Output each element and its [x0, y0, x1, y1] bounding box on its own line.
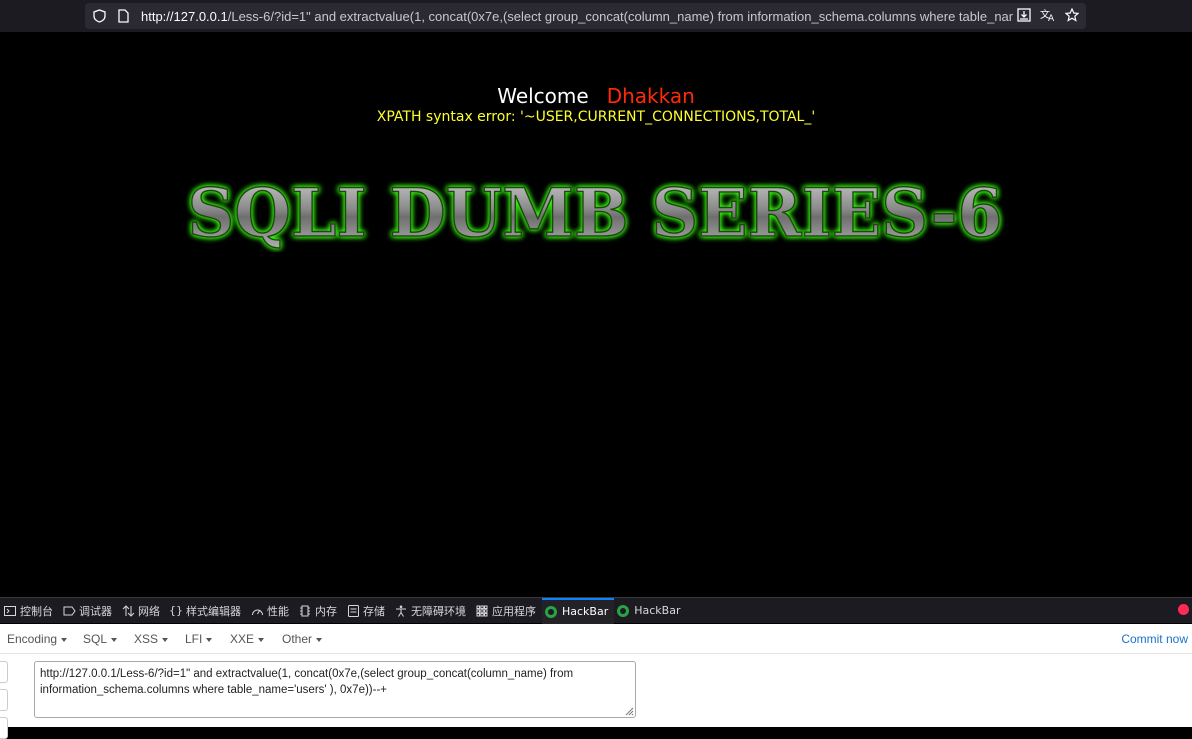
tab-storage[interactable]: 存储 [343, 598, 391, 624]
hackbar-icon [545, 605, 557, 618]
tab-memory[interactable]: 内存 [295, 598, 343, 624]
caret-down-icon [111, 637, 118, 642]
address-bar[interactable]: http://127.0.0.1/Less-6/?id=1" and extra… [85, 3, 1086, 29]
url-host: http://127.0.0.1 [141, 8, 228, 24]
translate-icon[interactable]: 文A [1040, 7, 1056, 23]
split-url-button[interactable] [0, 689, 8, 711]
url-path: /Less-6/?id=1" and extractvalue(1, conca… [227, 8, 1013, 24]
menu-encoding[interactable]: Encoding [7, 632, 68, 646]
bookmark-star-icon[interactable] [1064, 7, 1080, 23]
menu-label: XXE [230, 632, 255, 646]
user-name: Dhakkan [606, 84, 695, 108]
menu-label: LFI [185, 632, 203, 646]
tab-label: 网络 [138, 604, 160, 618]
menu-xss[interactable]: XSS [134, 632, 169, 646]
caret-down-icon [206, 637, 213, 642]
application-icon [475, 604, 489, 618]
page-content: Welcome Dhakkan XPATH syntax error: '~USE… [0, 32, 1192, 597]
tab-label: 应用程序 [492, 604, 536, 618]
tab-label: 存储 [363, 604, 385, 618]
welcome-text: Welcome [497, 84, 589, 108]
debugger-icon [62, 604, 76, 618]
tab-console[interactable]: 控制台 [0, 598, 59, 624]
accessibility-icon [394, 604, 408, 618]
memory-icon [298, 604, 312, 618]
menu-label: Other [282, 632, 313, 646]
tab-label: 样式编辑器 [186, 604, 241, 618]
resize-handle-icon[interactable] [624, 706, 634, 716]
menu-label: Encoding [7, 632, 58, 646]
tab-hackbar-active[interactable]: HackBar [542, 597, 615, 624]
execute-button[interactable] [0, 717, 8, 739]
console-icon [3, 604, 17, 618]
devtools-tabbar: 控制台 调试器 网络 {} 样式编辑器 性能 内存 存储 无障碍环境 应用程序 … [0, 597, 1192, 624]
tab-application[interactable]: 应用程序 [472, 598, 542, 624]
banner-image: SQLI DUMB SERIES-6 [187, 173, 1004, 252]
caret-down-icon [316, 637, 323, 642]
welcome-line: Welcome Dhakkan [0, 84, 1192, 108]
caret-down-icon [258, 637, 265, 642]
hackbar-body: http://127.0.0.1/Less-6/?id=1" and extra… [0, 654, 1192, 739]
tab-label: 内存 [315, 604, 337, 618]
commit-now-link[interactable]: Commit now [1121, 632, 1188, 646]
error-message: XPATH syntax error: '~USER,CURRENT_CONNE… [376, 109, 816, 125]
performance-icon [250, 604, 264, 618]
tab-label: 无障碍环境 [411, 604, 466, 618]
hackbar-menu: Encoding SQL XSS LFI XXE Other Commit no… [0, 624, 1192, 654]
url-textarea-value: http://127.0.0.1/Less-6/?id=1" and extra… [40, 668, 574, 696]
menu-sql[interactable]: SQL [83, 632, 118, 646]
menu-other[interactable]: Other [282, 632, 323, 646]
menu-lfi[interactable]: LFI [185, 632, 213, 646]
tab-label: HackBar [634, 604, 681, 617]
tab-label: HackBar [562, 605, 609, 618]
menu-label: XSS [134, 632, 159, 646]
url-textarea[interactable]: http://127.0.0.1/Less-6/?id=1" and extra… [34, 661, 636, 718]
shield-icon[interactable] [91, 8, 107, 24]
banner-title: SQLI DUMB SERIES-6 [188, 174, 1003, 252]
tab-accessibility[interactable]: 无障碍环境 [391, 598, 472, 624]
page-icon[interactable] [115, 8, 131, 24]
tab-style-editor[interactable]: {} 样式编辑器 [166, 598, 247, 624]
tab-hackbar[interactable]: HackBar [614, 598, 686, 624]
style-editor-icon: {} [169, 604, 183, 617]
tab-label: 性能 [267, 604, 289, 618]
tab-label: 控制台 [20, 604, 53, 618]
error-indicator-icon[interactable] [1178, 604, 1189, 615]
save-page-icon[interactable] [1016, 7, 1032, 23]
hackbar-icon [617, 604, 630, 617]
menu-label: SQL [83, 632, 108, 646]
storage-icon [346, 604, 360, 618]
tab-label: 调试器 [79, 604, 112, 618]
svg-text:A: A [1048, 14, 1055, 22]
network-icon [121, 604, 135, 618]
menu-xxe[interactable]: XXE [230, 632, 265, 646]
load-url-button[interactable] [0, 661, 8, 683]
browser-toolbar: http://127.0.0.1/Less-6/?id=1" and extra… [0, 0, 1192, 32]
url-text[interactable]: http://127.0.0.1/Less-6/?id=1" and extra… [141, 9, 1013, 24]
caret-down-icon [162, 637, 169, 642]
tab-network[interactable]: 网络 [118, 598, 166, 624]
caret-down-icon [61, 637, 68, 642]
tab-debugger[interactable]: 调试器 [59, 598, 118, 624]
tab-performance[interactable]: 性能 [247, 598, 295, 624]
